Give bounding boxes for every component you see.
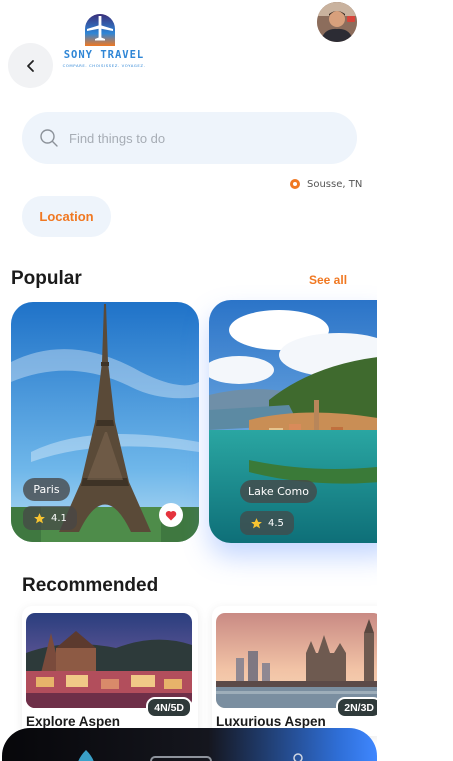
profile-nav-icon[interactable]	[292, 752, 304, 761]
rating-value: 4.5	[268, 517, 284, 529]
star-icon	[34, 512, 45, 523]
brasov-city-image	[26, 613, 192, 708]
search-bar[interactable]	[22, 112, 357, 164]
search-input[interactable]	[67, 129, 341, 147]
current-location-text: Sousse, TN	[307, 178, 363, 190]
popular-card-paris[interactable]: Paris 4.1	[11, 302, 199, 542]
rating-value: 4.1	[51, 512, 67, 524]
user-avatar[interactable]	[317, 2, 357, 42]
location-chip[interactable]: Location	[22, 196, 111, 237]
star-icon	[251, 517, 262, 528]
london-city-image	[216, 613, 377, 708]
recommended-image	[216, 613, 377, 708]
bookings-nav-icon[interactable]	[150, 756, 212, 761]
rating-badge: 4.5	[240, 511, 294, 535]
app-logo: SONY TRAVEL COMPARE. CHOISISSEZ. VOYAGEZ…	[56, 10, 152, 72]
recommended-card[interactable]: 2N/3D Luxurious Aspen	[212, 606, 377, 736]
see-all-link[interactable]: See all	[309, 273, 347, 287]
popular-heading: Popular	[11, 268, 82, 289]
search-icon	[40, 129, 58, 147]
home-nav-icon[interactable]	[78, 750, 94, 761]
avatar-photo	[317, 2, 357, 42]
recommended-title: Explore Aspen	[26, 714, 121, 729]
recommended-heading: Recommended	[22, 575, 159, 596]
bottom-navigation-bar	[2, 728, 377, 761]
logo-title: SONY TRAVEL	[63, 49, 145, 61]
duration-badge: 2N/3D	[336, 697, 377, 718]
heart-icon	[165, 510, 177, 520]
current-location[interactable]: Sousse, TN	[289, 178, 362, 190]
logo-tagline: COMPARE. CHOISISSEZ. VOYAGEZ.	[62, 63, 146, 68]
back-button[interactable]	[8, 43, 53, 88]
chevron-left-icon	[26, 59, 34, 72]
duration-badge: 4N/5D	[146, 697, 192, 718]
recommended-title: Luxurious Aspen	[216, 714, 326, 729]
location-pin-icon	[290, 179, 300, 189]
app-screen: SONY TRAVEL COMPARE. CHOISISSEZ. VOYAGEZ…	[0, 0, 377, 761]
destination-name-badge: Paris	[23, 478, 70, 501]
favorite-button[interactable]	[159, 503, 183, 527]
lake-como-image	[209, 300, 377, 543]
rating-badge: 4.1	[23, 506, 77, 530]
destination-name-badge: Lake Como	[240, 480, 317, 503]
airplane-logo-icon	[85, 14, 115, 46]
popular-card-lake-como[interactable]: Lake Como 4.5	[209, 300, 377, 543]
recommended-card[interactable]: 4N/5D Explore Aspen	[22, 606, 198, 736]
recommended-image	[26, 613, 192, 708]
